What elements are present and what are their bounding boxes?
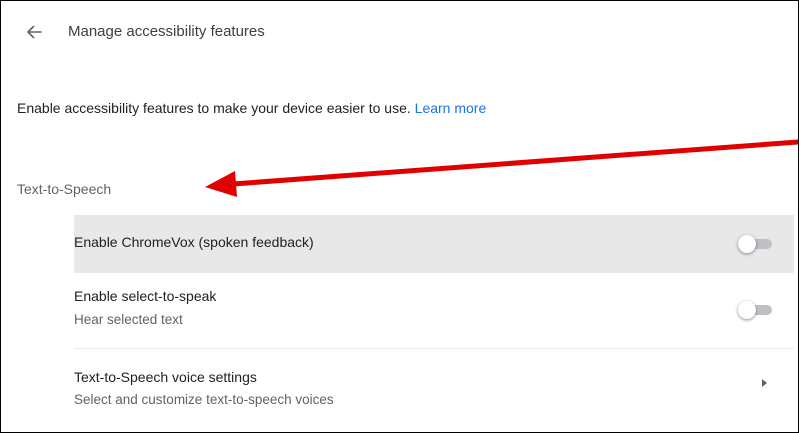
annotation-arrow-head: [205, 171, 237, 197]
select-to-speak-setting-row[interactable]: Enable select-to-speak Hear selected tex…: [74, 273, 794, 349]
annotation-arrow-line: [230, 139, 798, 187]
arrow-right-icon[interactable]: [759, 377, 769, 389]
toggle-knob: [738, 301, 756, 319]
select-to-speak-label: Enable select-to-speak: [74, 288, 217, 304]
select-to-speak-description: Hear selected text: [74, 312, 183, 327]
chromevox-toggle[interactable]: [738, 235, 774, 253]
select-to-speak-toggle[interactable]: [738, 301, 774, 319]
intro-description: Enable accessibility features to make yo…: [17, 100, 411, 116]
page-header: Manage accessibility features: [1, 1, 798, 61]
tts-voice-settings-description: Select and customize text-to-speech voic…: [74, 392, 334, 407]
tts-voice-settings-row[interactable]: Text-to-Speech voice settings Select and…: [74, 349, 794, 417]
settings-list: Enable ChromeVox (spoken feedback) Enabl…: [74, 215, 794, 417]
page-title: Manage accessibility features: [68, 23, 265, 40]
intro-text: Enable accessibility features to make yo…: [17, 100, 486, 116]
toggle-knob: [738, 235, 756, 253]
arrow-back-icon: [27, 25, 42, 39]
section-heading-text-to-speech: Text-to-Speech: [17, 181, 112, 197]
chromevox-label: Enable ChromeVox (spoken feedback): [74, 234, 314, 250]
chromevox-setting-row[interactable]: Enable ChromeVox (spoken feedback): [74, 215, 794, 273]
back-button[interactable]: [21, 19, 47, 45]
tts-voice-settings-label: Text-to-Speech voice settings: [74, 369, 257, 385]
learn-more-link[interactable]: Learn more: [415, 100, 487, 116]
settings-page: Manage accessibility features Enable acc…: [0, 0, 799, 433]
